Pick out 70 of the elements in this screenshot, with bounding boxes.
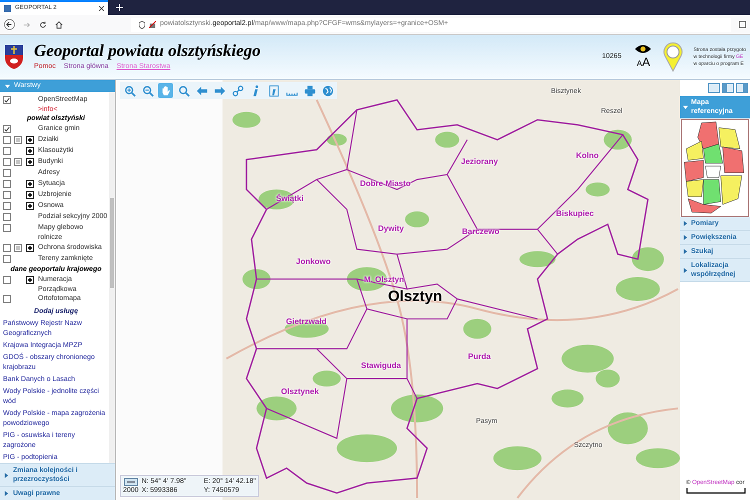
checkbox[interactable]	[3, 191, 11, 200]
link-tool-icon[interactable]	[230, 83, 245, 98]
eye-icon[interactable]	[635, 44, 652, 54]
map-label: Purda	[468, 353, 491, 361]
close-icon[interactable]	[99, 6, 104, 11]
checkbox[interactable]	[3, 294, 11, 303]
expand-icon[interactable]	[26, 244, 34, 252]
map-label: Dobre Miasto	[360, 180, 411, 188]
zoom-out-tool-icon[interactable]	[140, 83, 155, 98]
reader-icon[interactable]	[739, 21, 746, 28]
checkbox[interactable]	[3, 202, 11, 210]
site-icon	[4, 5, 11, 12]
checkbox[interactable]	[3, 213, 11, 222]
map-label: Stawiguda	[361, 362, 402, 370]
checkbox[interactable]	[3, 244, 11, 252]
map-label: Dywity	[378, 225, 404, 233]
checkbox[interactable]	[3, 136, 11, 144]
map-label: Olsztynek	[281, 388, 319, 396]
expand-icon[interactable]	[26, 158, 34, 166]
map-pin-logo-icon	[663, 42, 684, 72]
new-tab-icon[interactable]	[116, 4, 123, 11]
checkbox[interactable]	[3, 254, 11, 263]
panel-icon[interactable]	[722, 83, 734, 93]
caret-icon	[4, 472, 9, 478]
pan-tool-icon[interactable]	[158, 83, 173, 98]
map-label: Jonkowo	[296, 258, 331, 266]
map-label: Kolno	[576, 152, 599, 160]
scale-bar-icon	[686, 488, 746, 494]
panel-icon[interactable]	[736, 83, 748, 93]
checkbox[interactable]	[3, 158, 11, 166]
zoom-in-tool-icon[interactable]	[122, 83, 137, 98]
forward-icon[interactable]	[23, 20, 31, 28]
expand-icon[interactable]	[26, 202, 34, 210]
scale-icon	[124, 478, 138, 486]
site-title: Geoportal powiatu olsztyńskiego	[34, 42, 262, 59]
checkbox[interactable]	[3, 169, 11, 178]
caret-icon	[683, 249, 688, 254]
shield-icon	[139, 20, 145, 28]
window-icon[interactable]	[708, 83, 720, 93]
checkbox[interactable]	[3, 147, 11, 156]
map-label: Biskupiec	[556, 210, 594, 218]
caret-icon	[683, 104, 688, 110]
expand-icon[interactable]	[26, 147, 34, 156]
reload-icon[interactable]	[39, 20, 47, 28]
map-label: Olsztyn	[388, 289, 442, 304]
caret-icon	[683, 268, 688, 272]
caret-icon	[683, 221, 688, 226]
expand-icon[interactable]	[26, 276, 34, 284]
scrollbar[interactable]	[109, 92, 115, 463]
back-icon[interactable]	[4, 19, 15, 30]
checkbox[interactable]	[3, 96, 11, 104]
home-icon[interactable]	[55, 20, 63, 28]
legend-icon[interactable]	[14, 244, 22, 252]
expand-icon[interactable]	[26, 136, 34, 144]
legend-icon[interactable]	[14, 158, 22, 166]
checkbox[interactable]	[3, 125, 11, 134]
map-label: Jeziorany	[461, 158, 498, 166]
map-label: Gietrzwałd	[286, 318, 326, 326]
checkbox[interactable]	[3, 276, 11, 284]
expand-icon[interactable]	[26, 191, 34, 200]
expand-icon[interactable]	[26, 180, 34, 188]
caret-icon	[683, 235, 688, 240]
checkbox[interactable]	[3, 180, 11, 188]
checkbox[interactable]	[3, 224, 11, 232]
insecure-lock-icon	[149, 21, 156, 28]
caret-icon	[4, 491, 9, 496]
caret-icon	[5, 84, 10, 88]
zoom-box-tool-icon[interactable]	[176, 83, 191, 98]
coat-of-arms-icon	[4, 44, 24, 70]
font-size-toggle[interactable]: AA	[636, 54, 650, 70]
